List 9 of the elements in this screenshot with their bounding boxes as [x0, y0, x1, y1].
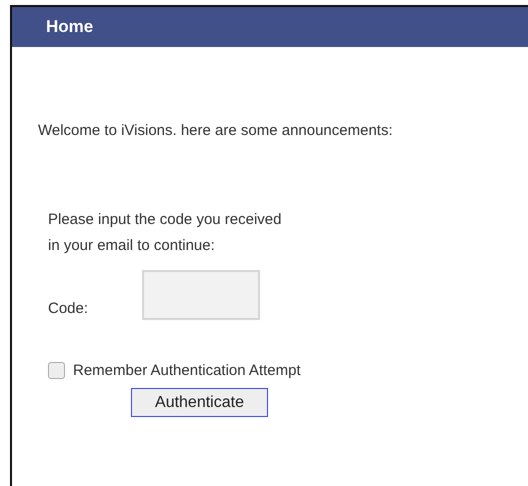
instruction-text: in your email to continue:	[48, 236, 216, 256]
instruction-text: Please input the code you received	[48, 210, 282, 230]
code-input-field[interactable]	[142, 270, 260, 320]
remember-checkbox[interactable]	[48, 362, 65, 379]
welcome-text: Welcome to iVisions. here are some announcements:	[38, 122, 394, 139]
code-label: Code:	[48, 300, 90, 319]
remember-label: Remember Authentication Attempt	[73, 362, 301, 379]
page-title: Home	[46, 17, 94, 37]
authenticate-button[interactable]: Authenticate	[131, 388, 268, 417]
